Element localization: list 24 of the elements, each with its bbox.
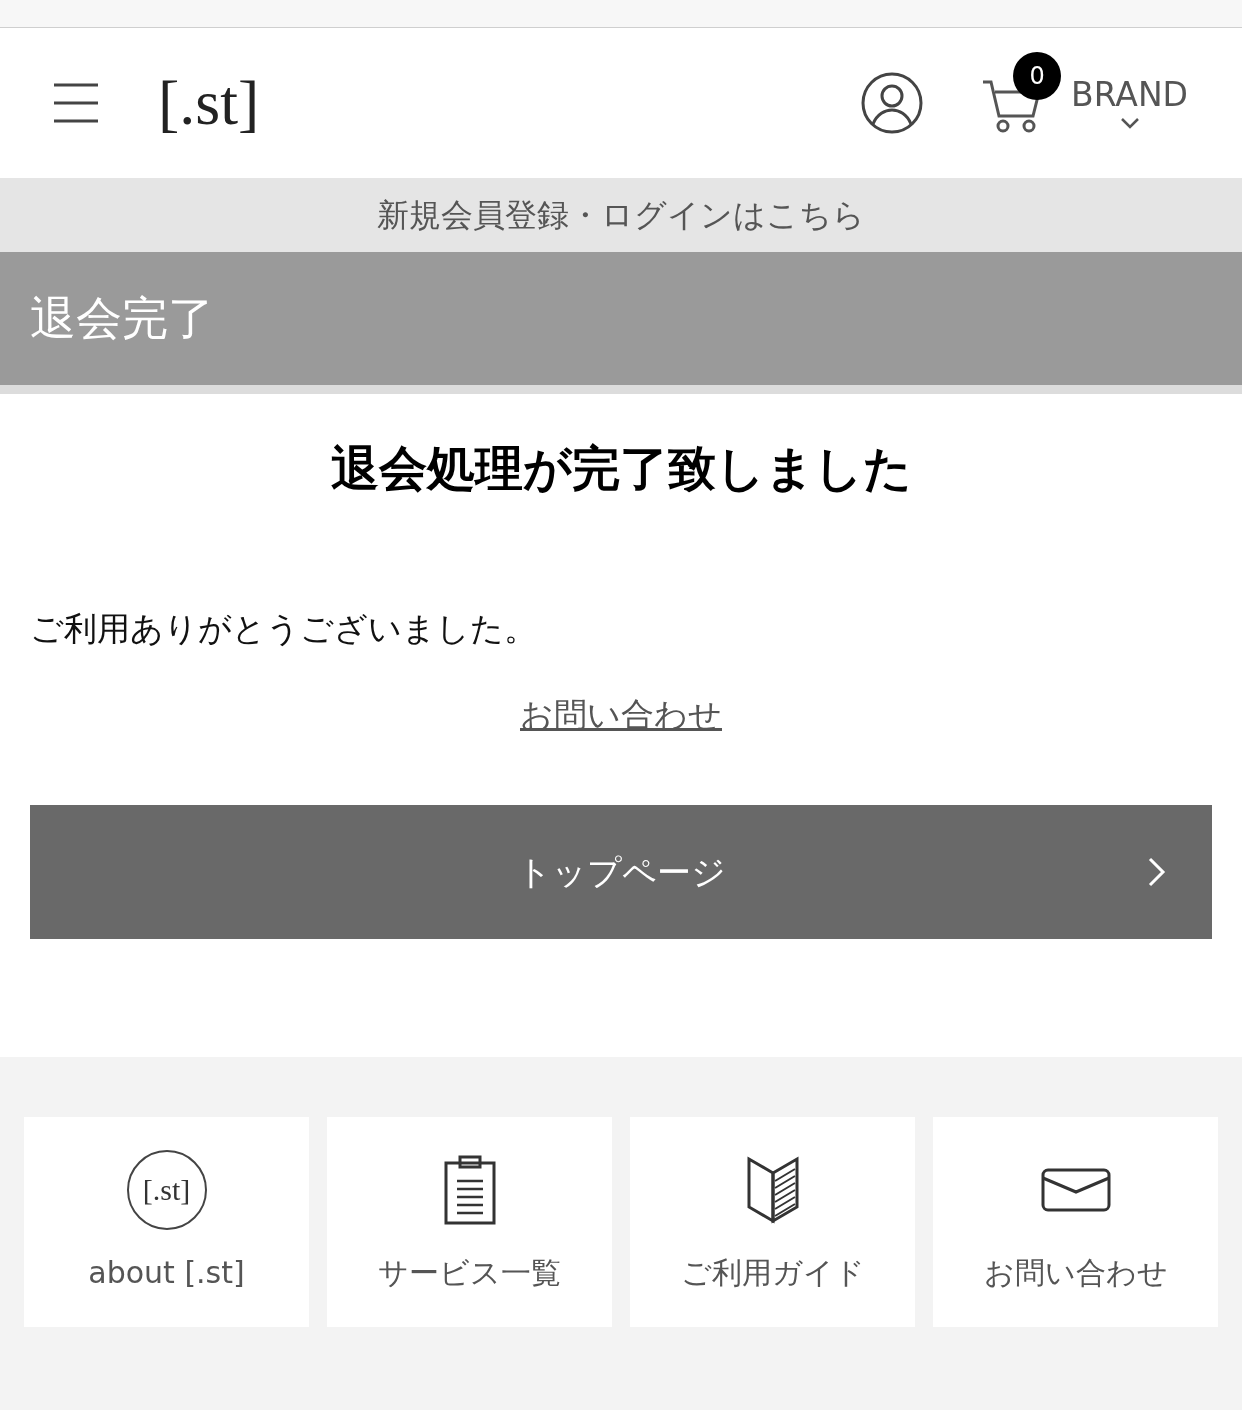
page-title: 退会完了	[30, 290, 214, 347]
completion-heading: 退会処理が完了致しました	[329, 439, 913, 498]
logo-icon: [.st]	[126, 1149, 207, 1230]
footer-nav-card[interactable]: ご利用ガイド	[630, 1117, 915, 1327]
menu-icon[interactable]	[54, 81, 98, 125]
thank-you-message: ご利用ありがとうございました。	[30, 608, 538, 650]
footer-nav-label: お問い合わせ	[983, 1253, 1168, 1292]
footer-nav-card[interactable]: サービス一覧	[327, 1117, 612, 1327]
mail-icon	[1040, 1167, 1111, 1212]
chevron-right-icon	[1148, 857, 1166, 887]
login-link-bar[interactable]: 新規会員登録・ログインはこちら	[0, 178, 1242, 252]
clipboard-icon	[442, 1154, 497, 1225]
site-logo[interactable]: [.st]	[158, 71, 260, 135]
top-page-button[interactable]: トップページ	[30, 805, 1212, 939]
contact-link[interactable]: お問い合わせ	[520, 689, 722, 739]
footer-nav-card[interactable]: お問い合わせ	[933, 1117, 1218, 1327]
account-icon[interactable]	[861, 72, 924, 134]
footer-nav-label: ご利用ガイド	[680, 1253, 865, 1292]
footer-nav-label: サービス一覧	[378, 1253, 561, 1292]
cart-count-badge: 0	[1013, 52, 1062, 100]
chevron-down-icon	[1119, 116, 1140, 129]
footer-nav-label: about [.st]	[88, 1253, 245, 1292]
footer-nav-card[interactable]: [.st] about [.st]	[24, 1117, 309, 1327]
brand-menu-button[interactable]: BRAND	[1071, 77, 1188, 129]
